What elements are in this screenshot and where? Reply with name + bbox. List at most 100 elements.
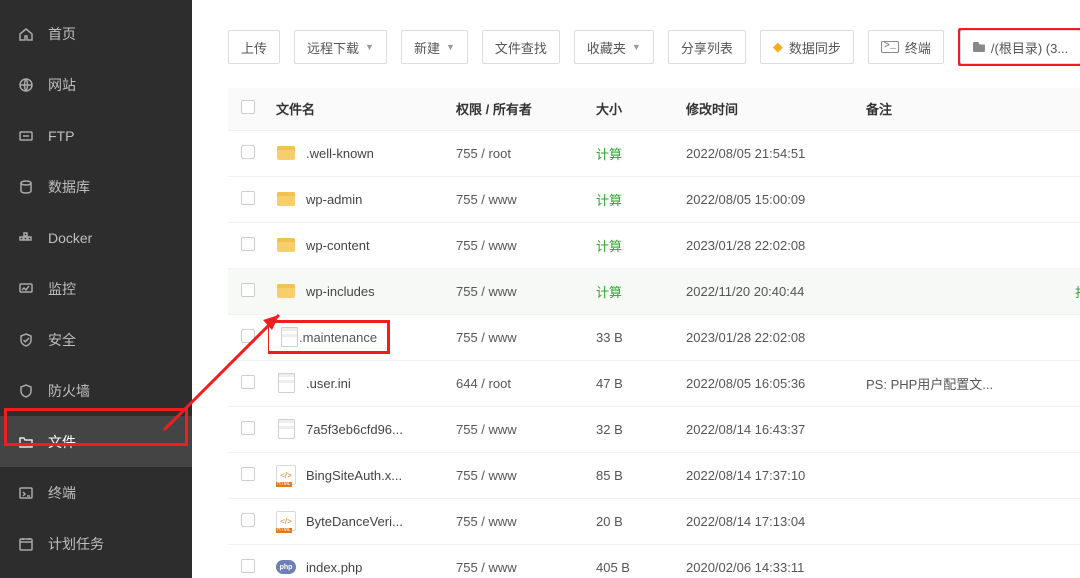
col-perm-header[interactable]: 权限 / 所有者 [448, 88, 588, 130]
row-checkbox[interactable] [241, 421, 255, 435]
sidebar-item-0[interactable]: 首页 [0, 8, 192, 59]
size-calc-link[interactable]: 计算 [596, 239, 622, 254]
row-checkbox[interactable] [241, 375, 255, 389]
sidebar-item-5[interactable]: 监控 [0, 263, 192, 314]
sidebar-item-2[interactable]: FTP [0, 110, 192, 161]
row-checkbox[interactable] [241, 329, 255, 343]
row-open-action[interactable]: 打开 | [1075, 285, 1080, 300]
table-row[interactable]: .user.ini 644 / root 47 B 2022/08/05 16:… [228, 360, 1080, 406]
sidebar-item-7[interactable]: 防火墙 [0, 365, 192, 416]
row-checkbox[interactable] [241, 237, 255, 251]
file-name-label: wp-admin [306, 192, 362, 207]
col-name-header[interactable]: 文件名 [268, 88, 448, 130]
sidebar-item-9[interactable]: 终端 [0, 467, 192, 518]
table-row[interactable]: wp-includes 755 / www 计算 2022/11/20 20:4… [228, 268, 1080, 314]
table-row[interactable]: wp-content 755 / www 计算 2023/01/28 22:02… [228, 222, 1080, 268]
file-icon [276, 373, 296, 393]
sidebar-item-label: 文件 [48, 432, 76, 452]
perm-cell: 755 / www [448, 544, 588, 578]
row-checkbox[interactable] [241, 559, 255, 573]
note-cell [858, 130, 1028, 176]
note-cell: PS: PHP用户配置文... [858, 360, 1028, 406]
table-row[interactable]: .maintenance 755 / www 33 B 2023/01/28 2… [228, 314, 1080, 360]
remote-download-button[interactable]: 远程下载▼ [294, 30, 387, 64]
perm-cell: 755 / root [448, 130, 588, 176]
perm-cell: 644 / root [448, 360, 588, 406]
file-table: 文件名 权限 / 所有者 大小 修改时间 备注 .well-known 755 … [228, 88, 1080, 578]
mtime-cell: 2023/01/28 22:02:08 [678, 314, 858, 360]
note-cell [858, 544, 1028, 578]
globe-icon [18, 77, 34, 93]
row-checkbox[interactable] [241, 283, 255, 297]
table-row[interactable]: 7a5f3eb6cfd96... 755 / www 32 B 2022/08/… [228, 406, 1080, 452]
share-list-button[interactable]: 分享列表 [668, 30, 746, 64]
sidebar-item-label: 安全 [48, 330, 76, 350]
docker-icon [18, 230, 34, 246]
firewall-icon [18, 383, 34, 399]
row-checkbox[interactable] [241, 513, 255, 527]
data-sync-button[interactable]: 数据同步 [760, 30, 854, 64]
perm-cell: 755 / www [448, 498, 588, 544]
sidebar-item-label: 终端 [48, 483, 76, 503]
size-cell: 85 B [588, 452, 678, 498]
perm-cell: 755 / www [448, 222, 588, 268]
chevron-down-icon: ▼ [632, 42, 641, 52]
file-name-label: wp-content [306, 238, 370, 253]
mtime-cell: 2022/08/05 21:54:51 [678, 130, 858, 176]
size-cell: 计算 [588, 176, 678, 222]
favorites-button[interactable]: 收藏夹▼ [574, 30, 654, 64]
shield-icon [18, 332, 34, 348]
sidebar-item-6[interactable]: 安全 [0, 314, 192, 365]
size-cell: 计算 [588, 222, 678, 268]
size-calc-link[interactable]: 计算 [596, 147, 622, 162]
size-cell: 405 B [588, 544, 678, 578]
new-button[interactable]: 新建▼ [401, 30, 468, 64]
terminal-button[interactable]: 终端 [868, 30, 944, 64]
find-button[interactable]: 文件查找 [482, 30, 560, 64]
row-checkbox[interactable] [241, 145, 255, 159]
size-cell: 47 B [588, 360, 678, 406]
perm-cell: 755 / www [448, 406, 588, 452]
html-icon [276, 511, 296, 531]
path-button[interactable]: /(根目录) (3... [960, 30, 1080, 64]
note-cell [858, 268, 1028, 314]
table-row[interactable]: index.php 755 / www 405 B 2020/02/06 14:… [228, 544, 1080, 578]
row-checkbox[interactable] [241, 191, 255, 205]
file-name-label: BingSiteAuth.x... [306, 468, 402, 483]
table-header-row: 文件名 权限 / 所有者 大小 修改时间 备注 [228, 88, 1080, 130]
perm-cell: 755 / www [448, 176, 588, 222]
toolbar: 上传 远程下载▼ 新建▼ 文件查找 收藏夹▼ 分享列表 数据同步 终端 /(根目… [228, 28, 1080, 66]
html-icon [276, 465, 296, 485]
sidebar-item-3[interactable]: 数据库 [0, 161, 192, 212]
sidebar-item-8[interactable]: 文件 [0, 416, 192, 467]
highlight-path: /(根目录) (3... [958, 28, 1080, 66]
sidebar-item-10[interactable]: 计划任务 [0, 518, 192, 569]
col-size-header[interactable]: 大小 [588, 88, 678, 130]
select-all-checkbox[interactable] [241, 100, 255, 114]
size-cell: 32 B [588, 406, 678, 452]
mtime-cell: 2022/08/14 17:37:10 [678, 452, 858, 498]
file-name-label: .maintenance [299, 330, 377, 345]
sidebar-item-label: FTP [48, 128, 74, 144]
table-row[interactable]: BingSiteAuth.x... 755 / www 85 B 2022/08… [228, 452, 1080, 498]
mtime-cell: 2022/08/14 17:13:04 [678, 498, 858, 544]
table-row[interactable]: .well-known 755 / root 计算 2022/08/05 21:… [228, 130, 1080, 176]
table-row[interactable]: ByteDanceVeri... 755 / www 20 B 2022/08/… [228, 498, 1080, 544]
mtime-cell: 2022/08/05 16:05:36 [678, 360, 858, 406]
size-calc-link[interactable]: 计算 [596, 193, 622, 208]
sidebar-item-1[interactable]: 网站 [0, 59, 192, 110]
size-calc-link[interactable]: 计算 [596, 285, 622, 300]
folder-icon [276, 143, 296, 163]
sidebar: 首页网站 FTP 数据库Docker监控安全防火墙文件终端计划任务 [0, 0, 192, 578]
file-name-label: 7a5f3eb6cfd96... [306, 422, 403, 437]
col-note-header[interactable]: 备注 [858, 88, 1028, 130]
terminal-icon [18, 485, 34, 501]
database-icon [18, 179, 34, 195]
col-mtime-header[interactable]: 修改时间 [678, 88, 858, 130]
sidebar-item-4[interactable]: Docker [0, 212, 192, 263]
upload-button[interactable]: 上传 [228, 30, 280, 64]
row-checkbox[interactable] [241, 467, 255, 481]
note-cell [858, 452, 1028, 498]
perm-cell: 755 / www [448, 268, 588, 314]
table-row[interactable]: wp-admin 755 / www 计算 2022/08/05 15:00:0… [228, 176, 1080, 222]
